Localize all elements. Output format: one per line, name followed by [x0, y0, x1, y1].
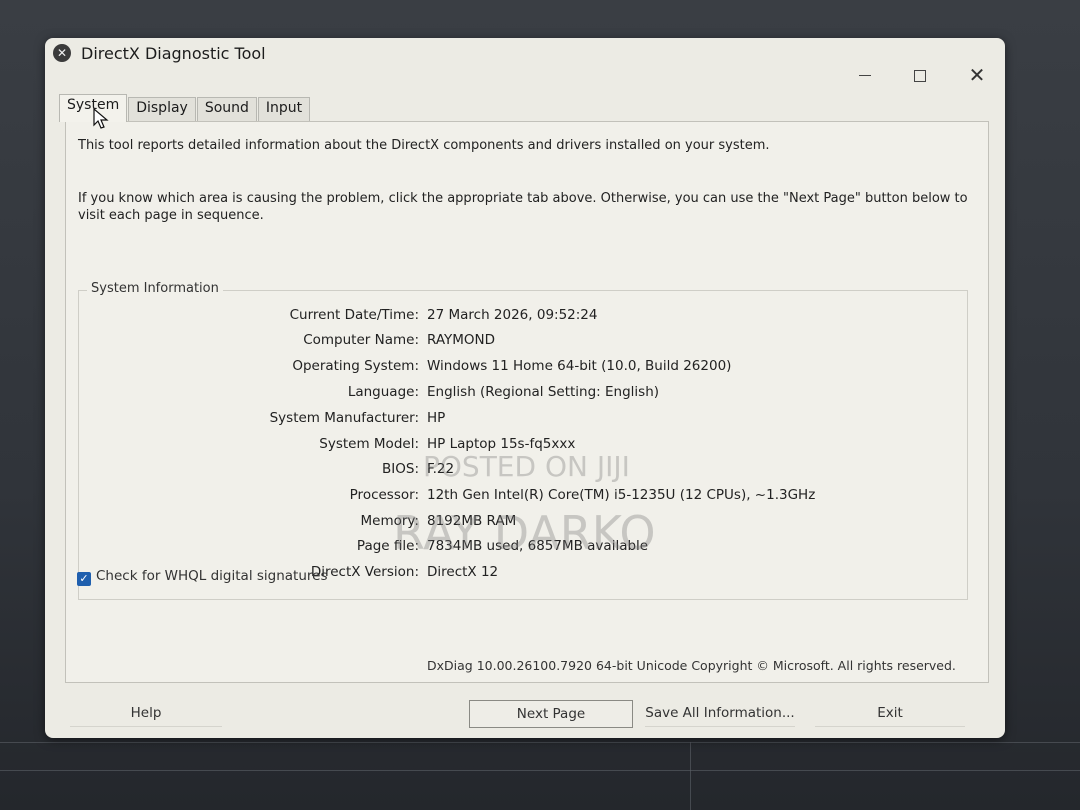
dxdiag-window: ✕ DirectX Diagnostic Tool ✕ System Displ…	[45, 38, 1005, 738]
minimize-button[interactable]	[845, 62, 885, 88]
save-all-information-button[interactable]: Save All Information...	[645, 700, 795, 727]
info-value: 12th Gen Intel(R) Core(TM) i5-1235U (12 …	[427, 487, 816, 503]
info-label: Operating System:	[292, 358, 419, 374]
window-title: DirectX Diagnostic Tool	[81, 44, 266, 63]
info-label: Memory:	[360, 513, 419, 529]
info-value: HP	[427, 410, 446, 426]
close-button[interactable]: ✕	[957, 62, 997, 88]
info-value: 8192MB RAM	[427, 513, 517, 529]
system-tab-panel: This tool reports detailed information a…	[65, 121, 989, 683]
directx-app-icon: ✕	[53, 44, 71, 62]
info-value: RAYMOND	[427, 332, 496, 348]
checkmark-icon[interactable]: ✓	[77, 572, 91, 586]
tab-sound[interactable]: Sound	[196, 97, 257, 122]
info-row-system-model: System Model: HP Laptop 15s-fq5xxx	[79, 436, 967, 458]
title-bar[interactable]: ✕ DirectX Diagnostic Tool ✕	[45, 38, 1005, 90]
tab-input[interactable]: Input	[257, 97, 311, 122]
mouse-cursor-icon	[93, 107, 109, 129]
intro-text: This tool reports detailed information a…	[78, 138, 770, 153]
info-value: 27 March 2026, 09:52:24	[427, 307, 598, 323]
info-label: System Model:	[319, 436, 419, 452]
info-label: Computer Name:	[303, 332, 419, 348]
info-value: Windows 11 Home 64-bit (10.0, Build 2620…	[427, 358, 732, 374]
minimize-icon	[859, 75, 871, 76]
info-value: DirectX 12	[427, 564, 499, 580]
info-row-bios: BIOS: F.22	[79, 461, 967, 483]
info-row-operating-system: Operating System: Windows 11 Home 64-bit…	[79, 358, 967, 380]
info-row-date-time: Current Date/Time: 27 March 2026, 09:52:…	[79, 307, 967, 329]
group-title: System Information	[87, 281, 223, 296]
background-line	[0, 742, 1080, 743]
info-row-page-file: Page file: 7834MB used, 6857MB available	[79, 538, 967, 560]
info-row-memory: Memory: 8192MB RAM	[79, 513, 967, 535]
background-line	[0, 770, 1080, 771]
screen-background: ✕ DirectX Diagnostic Tool ✕ System Displ…	[0, 0, 1080, 810]
close-icon: ✕	[968, 63, 986, 87]
maximize-icon	[914, 69, 926, 82]
info-row-computer-name: Computer Name: RAYMOND	[79, 332, 967, 354]
info-label: Page file:	[356, 538, 419, 554]
info-row-language: Language: English (Regional Setting: Eng…	[79, 384, 967, 406]
info-label: BIOS:	[382, 461, 419, 477]
whql-checkbox[interactable]: ✓ Check for WHQL digital signatures	[77, 568, 327, 586]
info-label: System Manufacturer:	[269, 410, 419, 426]
version-copyright: DxDiag 10.00.26100.7920 64-bit Unicode C…	[427, 658, 956, 673]
info-value: 7834MB used, 6857MB available	[427, 538, 649, 554]
background-line	[690, 742, 691, 810]
info-label: Language:	[347, 384, 419, 400]
info-row-processor: Processor: 12th Gen Intel(R) Core(TM) i5…	[79, 487, 967, 509]
help-button[interactable]: Help	[70, 700, 222, 727]
info-value: F.22	[427, 461, 455, 477]
info-value: HP Laptop 15s-fq5xxx	[427, 436, 576, 452]
whql-label: Check for WHQL digital signatures	[96, 568, 328, 584]
next-page-button[interactable]: Next Page	[469, 700, 633, 728]
exit-button[interactable]: Exit	[815, 700, 965, 727]
info-label: Processor:	[349, 487, 419, 503]
instructions-text: If you know which area is causing the pr…	[78, 191, 968, 223]
tab-display[interactable]: Display	[128, 97, 196, 122]
system-information-group: System Information Current Date/Time: 27…	[78, 281, 968, 600]
info-value: English (Regional Setting: English)	[427, 384, 660, 400]
info-row-system-manufacturer: System Manufacturer: HP	[79, 410, 967, 432]
info-label: Current Date/Time:	[289, 307, 419, 323]
maximize-button[interactable]	[900, 62, 940, 88]
